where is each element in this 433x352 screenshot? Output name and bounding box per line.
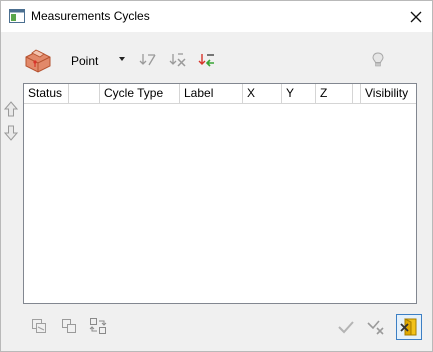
mode-select[interactable]: Point [71, 54, 98, 68]
table-header: Status Cycle Type Label X Y Z Visibility [24, 84, 416, 104]
column-header-blank[interactable] [69, 84, 100, 103]
title-bar: Measurements Cycles [1, 1, 432, 32]
window-icon [9, 9, 25, 26]
column-header-label[interactable]: Label [180, 84, 243, 103]
part-cube-button[interactable] [23, 46, 53, 74]
duplicate-icon [62, 319, 76, 333]
ok-button[interactable] [335, 316, 357, 338]
arrow-up-icon [3, 101, 19, 117]
cancel-icon [367, 320, 384, 335]
column-header-z[interactable]: Z [316, 84, 353, 103]
arrow-down-icon [3, 125, 19, 141]
cancel-button[interactable] [365, 316, 387, 338]
column-header-y[interactable]: Y [282, 84, 316, 103]
hint-button[interactable] [368, 50, 388, 70]
add-cycle-button[interactable] [138, 50, 158, 70]
column-header-status[interactable]: Status [24, 84, 69, 103]
remove-cycle-icon [169, 53, 186, 67]
swap-icon [89, 318, 107, 334]
swap-button[interactable] [88, 316, 108, 336]
copy-icon [32, 319, 46, 333]
exit-icon [400, 318, 417, 336]
move-up-button[interactable] [3, 101, 19, 120]
copy-button[interactable] [29, 316, 49, 336]
measurements-cycles-dialog: Measurements Cycles Point Status Cycle T… [0, 0, 433, 352]
exit-button[interactable] [396, 314, 422, 340]
column-header-blank-2[interactable] [353, 84, 361, 103]
move-down-button[interactable] [3, 125, 19, 144]
window-title: Measurements Cycles [31, 9, 150, 23]
mode-select-value: Point [71, 54, 99, 68]
close-button[interactable] [399, 2, 432, 31]
column-header-cycle-type[interactable]: Cycle Type [100, 84, 180, 103]
remove-cycle-button[interactable] [168, 50, 188, 70]
column-header-visibility[interactable]: Visibility [361, 84, 416, 103]
add-cycle-icon [139, 54, 156, 66]
chevron-down-icon[interactable] [119, 57, 125, 61]
check-icon [338, 321, 354, 334]
part-cube-icon [25, 49, 51, 73]
import-cycle-button[interactable] [197, 50, 217, 70]
cycles-table[interactable]: Status Cycle Type Label X Y Z Visibility [23, 83, 417, 304]
lightbulb-icon [372, 52, 384, 67]
duplicate-button[interactable] [59, 316, 79, 336]
column-header-x[interactable]: X [243, 84, 282, 103]
import-cycle-icon [198, 54, 214, 67]
close-icon [410, 11, 421, 22]
